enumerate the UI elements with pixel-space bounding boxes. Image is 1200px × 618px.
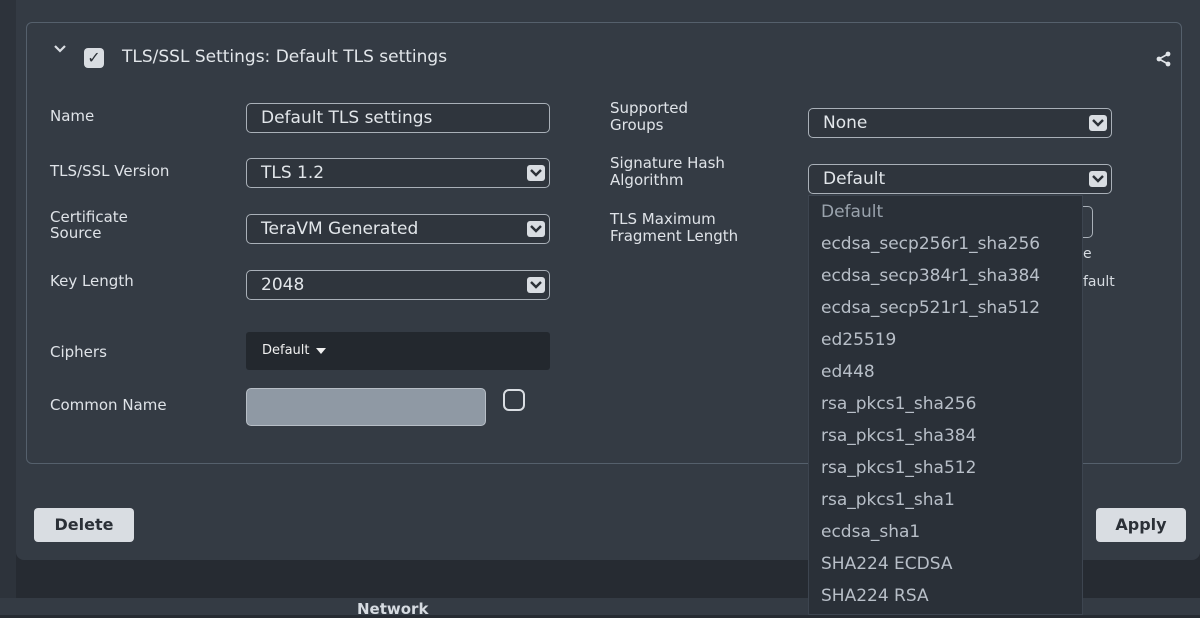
name-input[interactable]: Default TLS settings: [246, 103, 550, 133]
dropdown-option[interactable]: rsa_pkcs1_sha256: [809, 388, 1082, 420]
sig-hash-label-line1: Signature Hash: [610, 154, 725, 172]
supported-groups-select[interactable]: None: [808, 108, 1112, 138]
tls-version-select[interactable]: TLS 1.2: [246, 158, 550, 188]
dropdown-option[interactable]: SHA224 RSA: [809, 580, 1082, 612]
dropdown-option[interactable]: Default: [809, 196, 1082, 228]
dropdown-option[interactable]: ecdsa_secp256r1_sha256: [809, 228, 1082, 260]
chevron-down-icon: [1089, 115, 1107, 131]
name-input-value: Default TLS settings: [261, 108, 433, 128]
cert-source-label-line2: Source: [50, 224, 102, 242]
dropdown-option[interactable]: ecdsa_secp521r1_sha512: [809, 292, 1082, 324]
chevron-down-icon: [527, 165, 545, 181]
common-name-input[interactable]: [246, 388, 486, 426]
dropdown-option[interactable]: ed448: [809, 356, 1082, 388]
left-strip: [0, 0, 16, 615]
dropdown-option[interactable]: rsa_pkcs1_sha512: [809, 452, 1082, 484]
delete-button[interactable]: Delete: [34, 508, 134, 542]
common-name-label: Common Name: [50, 396, 167, 414]
dropdown-option[interactable]: ecdsa_sha1: [809, 516, 1082, 548]
cert-source-value: TeraVM Generated: [261, 219, 419, 239]
sig-hash-value: Default: [823, 169, 886, 189]
sig-hash-select[interactable]: Default: [808, 164, 1112, 194]
tls-version-value: TLS 1.2: [261, 163, 325, 183]
sig-hash-dropdown-list: Default ecdsa_secp256r1_sha256 ecdsa_secp3…: [808, 195, 1083, 615]
caret-down-icon: [315, 347, 326, 354]
dropdown-option[interactable]: rsa_pkcs1_sha1: [809, 484, 1082, 516]
ciphers-dropdown[interactable]: Default: [246, 332, 550, 370]
dropdown-option[interactable]: rsa_pkcs1_sha384: [809, 420, 1082, 452]
key-length-value: 2048: [261, 275, 305, 295]
cert-source-label-line1: Certificate: [50, 208, 128, 226]
chevron-down-icon: [527, 221, 545, 237]
hidden-text-2: fault: [1083, 274, 1115, 290]
chevron-down-icon: [1089, 171, 1107, 187]
section-enabled-checkbox[interactable]: ✓: [84, 48, 104, 68]
dropdown-option[interactable]: ecdsa_secp384r1_sha384: [809, 260, 1082, 292]
footer-partial-title: Network: [357, 600, 429, 618]
tls-version-label: TLS/SSL Version: [50, 162, 170, 180]
supported-groups-label-line2: Groups: [610, 116, 664, 134]
ciphers-label: Ciphers: [50, 343, 107, 361]
dropdown-option[interactable]: ed25519: [809, 324, 1082, 356]
ciphers-value: Default: [262, 343, 310, 358]
common-name-checkbox[interactable]: [503, 389, 525, 411]
supported-groups-value: None: [823, 113, 868, 133]
apply-button[interactable]: Apply: [1096, 508, 1186, 542]
key-length-select[interactable]: 2048: [246, 270, 550, 300]
section-title: TLS/SSL Settings: Default TLS settings: [122, 47, 448, 67]
hidden-text-1: e: [1083, 246, 1092, 262]
tls-max-frag-label-line2: Fragment Length: [610, 227, 739, 245]
tls-max-frag-label-line1: TLS Maximum: [610, 210, 716, 228]
key-length-label: Key Length: [50, 272, 134, 290]
name-label: Name: [50, 107, 95, 125]
dropdown-option[interactable]: SHA224 ECDSA: [809, 548, 1082, 580]
chevron-down-icon: [527, 277, 545, 293]
cert-source-select[interactable]: TeraVM Generated: [246, 214, 550, 244]
supported-groups-label-line1: Supported: [610, 99, 689, 117]
sig-hash-label-line2: Algorithm: [610, 171, 684, 189]
share-icon[interactable]: [1156, 51, 1174, 69]
chevron-down-icon[interactable]: [52, 41, 68, 57]
